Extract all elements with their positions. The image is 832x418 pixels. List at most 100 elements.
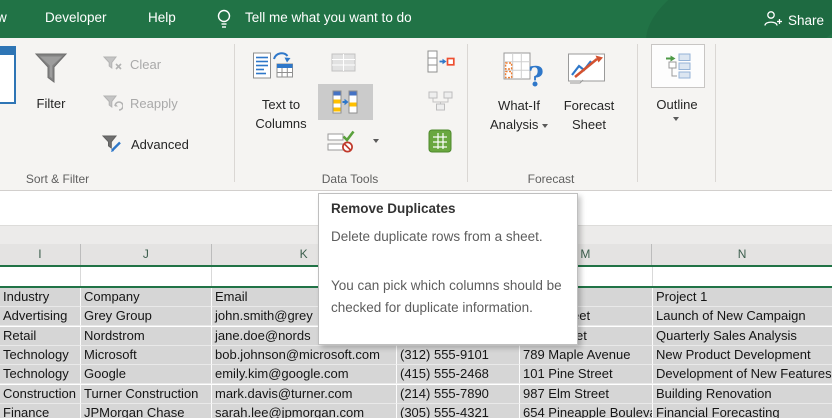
- cell[interactable]: Company: [81, 288, 212, 307]
- forecast-sheet-button[interactable]: Forecast Sheet: [551, 96, 627, 134]
- consolidate-icon[interactable]: [427, 50, 455, 79]
- advanced-button[interactable]: Advanced: [131, 137, 189, 152]
- text-to-columns-icon[interactable]: [252, 48, 294, 91]
- outline-chevron-down-icon[interactable]: [673, 117, 679, 121]
- forecast-sheet-label-line1: Forecast: [563, 98, 615, 113]
- cell[interactable]: emily.kim@google.com: [212, 365, 397, 384]
- text-to-columns-label-line2: Columns: [255, 116, 307, 131]
- reapply-filter-icon: [102, 95, 124, 116]
- relationships-icon: [428, 91, 453, 116]
- tooltip-description: Delete duplicate rows from a sheet.: [331, 229, 543, 244]
- column-header-n[interactable]: N: [652, 244, 832, 265]
- cell[interactable]: Technology: [0, 346, 81, 365]
- cell[interactable]: 987 Elm Street: [520, 385, 653, 404]
- cell[interactable]: Construction: [0, 385, 81, 404]
- menu-bar: w Developer Help Tell me what you want t…: [0, 0, 832, 102]
- group-label-sort-filter: Sort & Filter: [25, 172, 90, 186]
- table-row: Technology Google emily.kim@google.com (…: [0, 365, 832, 384]
- tell-me-box[interactable]: Tell me what you want to do: [245, 10, 412, 25]
- forecast-sheet-icon[interactable]: [567, 51, 607, 92]
- cell[interactable]: mark.davis@turner.com: [212, 385, 397, 404]
- forecast-sheet-label-line2: Sheet: [572, 117, 606, 132]
- menu-tab-help[interactable]: Help: [148, 10, 176, 25]
- share-person-icon: [763, 9, 782, 32]
- cell[interactable]: (415) 555-2468: [397, 365, 520, 384]
- remove-duplicates-icon: [332, 90, 358, 114]
- data-validation-icon[interactable]: [327, 130, 357, 159]
- cell[interactable]: Technology: [0, 365, 81, 384]
- table-row: Finance JPMorgan Chase sarah.lee@jpmorga…: [0, 404, 832, 418]
- remove-duplicates-button[interactable]: [318, 84, 373, 120]
- cell[interactable]: [653, 267, 832, 286]
- cell[interactable]: sarah.lee@jpmorgan.com: [212, 404, 397, 418]
- cell[interactable]: Finance: [0, 404, 81, 418]
- manage-data-model-icon[interactable]: [427, 128, 453, 159]
- sort-dialog-icon[interactable]: [0, 46, 16, 104]
- cell[interactable]: 654 Pineapple Boulevard: [520, 404, 653, 418]
- cell[interactable]: Financial Forecasting: [653, 404, 832, 418]
- cell[interactable]: bob.johnson@microsoft.com: [212, 346, 397, 365]
- outline-icon: [666, 53, 691, 79]
- text-to-columns-label-line1: Text to: [261, 97, 301, 112]
- reapply-button: Reapply: [130, 96, 178, 111]
- group-label-data-tools: Data Tools: [321, 172, 379, 186]
- outline-button[interactable]: [651, 44, 705, 88]
- outline-label: Outline: [656, 97, 698, 112]
- column-header-i[interactable]: I: [0, 244, 81, 265]
- lightbulb-icon: [214, 8, 234, 35]
- cell[interactable]: [81, 267, 212, 286]
- svg-text:?: ?: [528, 62, 544, 90]
- group-separator: [467, 44, 468, 182]
- column-header-j[interactable]: J: [81, 244, 212, 265]
- tooltip-description-2: You can pick which columns should be che…: [331, 278, 562, 315]
- cell[interactable]: [0, 267, 81, 286]
- cell[interactable]: 101 Pine Street: [520, 365, 653, 384]
- cell[interactable]: Nordstrom: [81, 327, 212, 346]
- cell[interactable]: Development of New Features: [653, 365, 832, 384]
- ribbon: Filter Clear Reapply Advanced Sort & Fil…: [0, 38, 832, 191]
- share-button[interactable]: Share: [763, 9, 824, 32]
- menu-tab-partial[interactable]: w: [0, 10, 7, 25]
- tooltip-title: Remove Duplicates: [331, 201, 456, 216]
- clear-filter-icon: [102, 56, 123, 77]
- cell[interactable]: (305) 555-4321: [397, 404, 520, 418]
- filter-button[interactable]: Filter: [20, 94, 82, 113]
- cell[interactable]: (312) 555-9101: [397, 346, 520, 365]
- cell[interactable]: Retail: [0, 327, 81, 346]
- what-if-label-line1: What-If: [498, 98, 540, 113]
- group-separator: [715, 44, 716, 182]
- cell[interactable]: Grey Group: [81, 307, 212, 326]
- cell[interactable]: Launch of New Campaign: [653, 307, 832, 326]
- cell[interactable]: Industry: [0, 288, 81, 307]
- advanced-filter-icon[interactable]: [101, 135, 124, 158]
- excel-window: w Developer Help Tell me what you want t…: [0, 0, 832, 418]
- cell[interactable]: Microsoft: [81, 346, 212, 365]
- cell[interactable]: Turner Construction: [81, 385, 212, 404]
- cell[interactable]: (214) 555-7890: [397, 385, 520, 404]
- cell[interactable]: 789 Maple Avenue: [520, 346, 653, 365]
- flash-fill-icon: [330, 52, 358, 79]
- cell[interactable]: Google: [81, 365, 212, 384]
- cell[interactable]: Project 1: [653, 288, 832, 307]
- group-separator: [637, 44, 638, 182]
- group-separator: [234, 44, 235, 182]
- share-label: Share: [788, 13, 825, 28]
- filter-funnel-icon[interactable]: [34, 51, 68, 94]
- menu-tab-developer[interactable]: Developer: [45, 10, 107, 25]
- table-row: Technology Microsoft bob.johnson@microso…: [0, 346, 832, 365]
- group-label-forecast: Forecast: [527, 172, 575, 186]
- what-if-chevron-down-icon: [542, 123, 549, 128]
- text-to-columns-button[interactable]: Text to Columns: [246, 95, 316, 133]
- what-if-label-line2: Analysis: [489, 117, 539, 132]
- cell[interactable]: JPMorgan Chase: [81, 404, 212, 418]
- remove-duplicates-tooltip: Remove Duplicates Delete duplicate rows …: [318, 193, 578, 345]
- what-if-analysis-button[interactable]: What-If Analysis: [480, 96, 558, 134]
- cell[interactable]: Advertising: [0, 307, 81, 326]
- clear-button: Clear: [130, 57, 162, 72]
- what-if-analysis-icon[interactable]: ?: [503, 52, 545, 95]
- table-row: Construction Turner Construction mark.da…: [0, 385, 832, 404]
- data-validation-chevron-down-icon[interactable]: [373, 139, 379, 143]
- cell[interactable]: Quarterly Sales Analysis: [653, 327, 832, 346]
- cell[interactable]: Building Renovation: [653, 385, 832, 404]
- cell[interactable]: New Product Development: [653, 346, 832, 365]
